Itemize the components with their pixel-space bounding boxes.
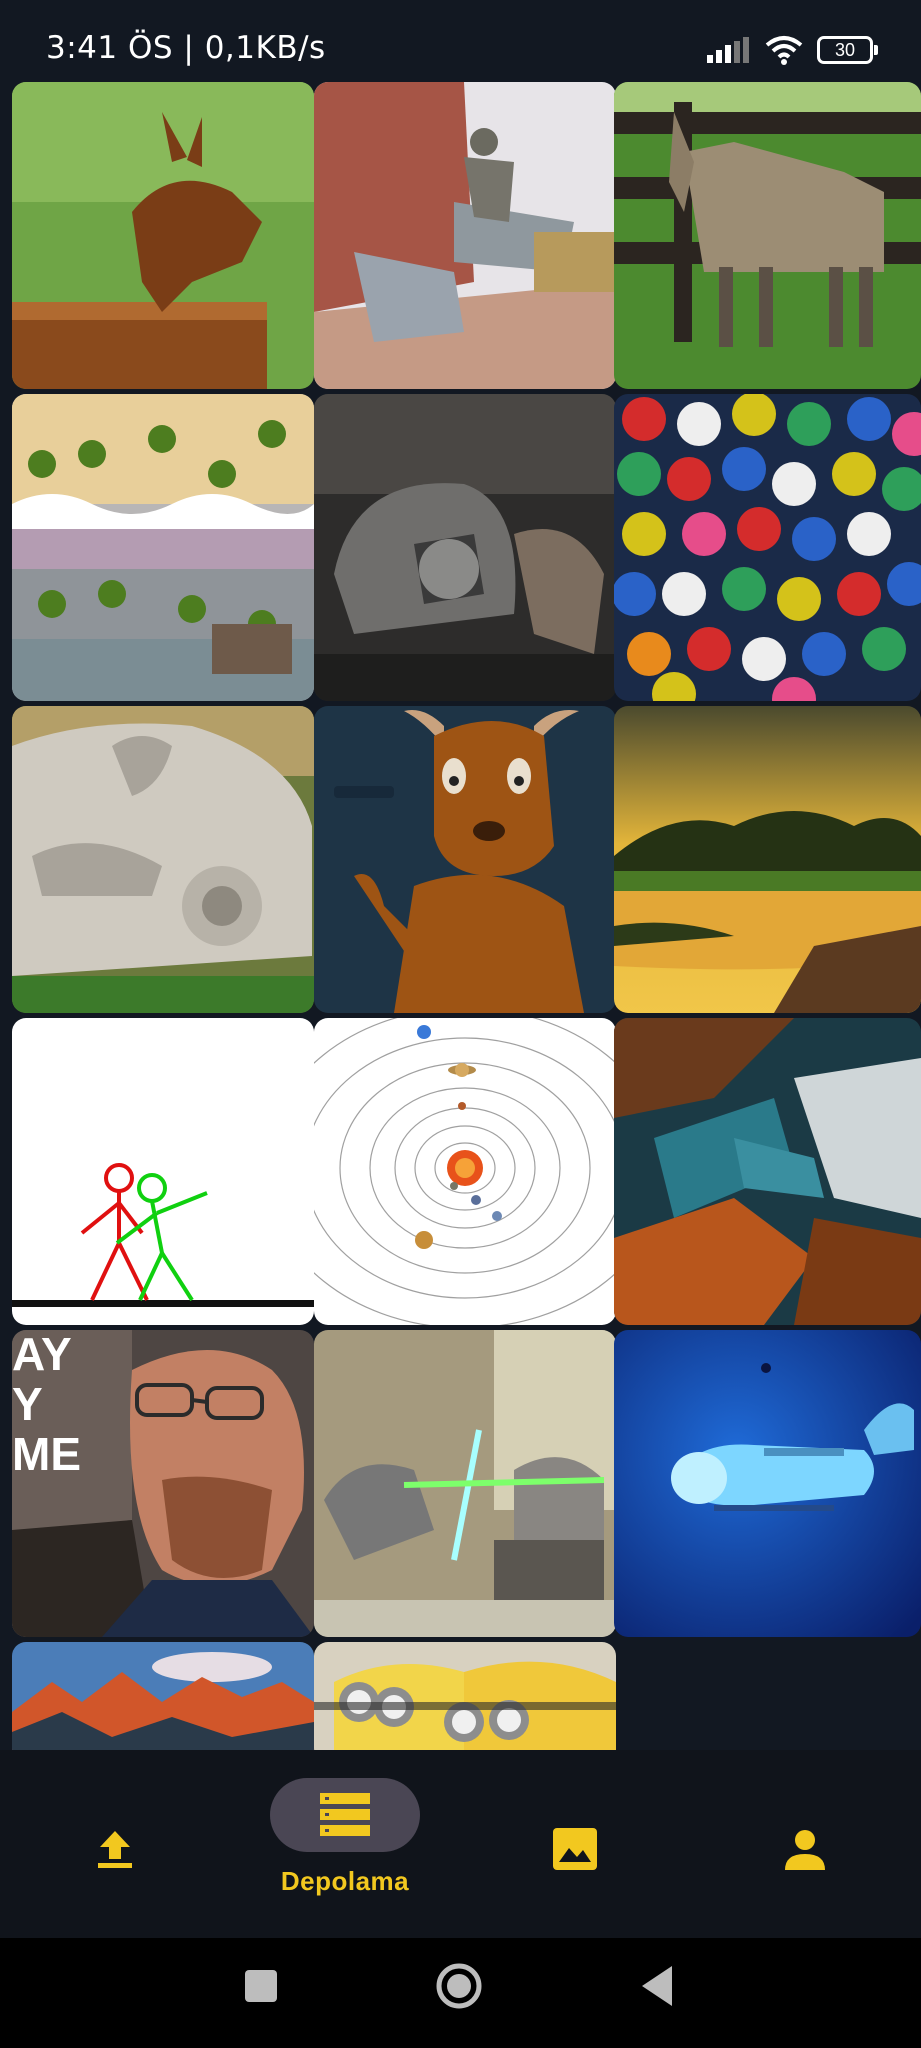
meme-text-line-1: AY: [12, 1330, 72, 1380]
gallery-item-bronze-horse-rider-statue[interactable]: [314, 82, 616, 389]
gallery-item-solar-system-diagram[interactable]: [314, 1018, 616, 1325]
recents-square-icon: [245, 1970, 277, 2002]
gallery-item-aerial-beach-palms[interactable]: [12, 394, 314, 701]
signal-icon: [707, 37, 749, 63]
nav-storage-label: Depolama: [280, 1866, 410, 1896]
gallery-item-cats-lightsabers[interactable]: [314, 1330, 616, 1637]
recents-button[interactable]: [243, 1968, 279, 2009]
gallery-item-savanna-sunset-lake[interactable]: [614, 706, 921, 1013]
home-button[interactable]: [435, 1962, 483, 2015]
gallery-item-rust-hare-sculpture[interactable]: [12, 82, 314, 389]
person-icon: [785, 1830, 825, 1870]
status-time: 3:41 ÖS | 0,1KB/s: [46, 30, 326, 66]
gallery-item-colorful-plastic-gears[interactable]: [614, 394, 921, 701]
home-circle-icon: [436, 1963, 482, 2009]
media-grid: AY Y ME: [0, 82, 921, 1750]
nav-profile[interactable]: [730, 1750, 880, 1938]
storage-list-icon: [320, 1793, 370, 1836]
gallery-item-underwater-submersible[interactable]: [614, 1330, 921, 1637]
nav-gallery[interactable]: [500, 1750, 650, 1938]
battery-level: 30: [834, 39, 856, 60]
gallery-item-stick-figures-animation[interactable]: [12, 1018, 314, 1325]
back-button[interactable]: [640, 1964, 676, 2013]
bottom-navigation: Depolama: [0, 1750, 921, 1938]
nav-upload[interactable]: [40, 1750, 190, 1938]
wifi-icon: [765, 36, 803, 65]
system-navigation-bar: [0, 1938, 921, 2048]
status-bar: 3:41 ÖS | 0,1KB/s 30: [0, 0, 921, 82]
gallery-item-mountain-range-sunrise[interactable]: [12, 1642, 314, 1750]
nav-storage[interactable]: Depolama: [270, 1750, 420, 1938]
nav-storage-active-pill: [270, 1778, 420, 1852]
status-icons: 30: [707, 30, 878, 70]
gallery-item-abstract-motion-blur[interactable]: [614, 1018, 921, 1325]
gallery-item-bald-man-glasses-meme[interactable]: AY Y ME: [12, 1330, 314, 1637]
gallery-item-minions[interactable]: [314, 1642, 616, 1750]
back-triangle-icon: [642, 1966, 672, 2006]
meme-text-line-3: ME: [12, 1428, 81, 1480]
gallery-item-stone-face-sculpture[interactable]: [12, 706, 314, 1013]
gallery-item-zebra-donkey-hybrid[interactable]: [614, 82, 921, 389]
meme-text-line-2: Y: [12, 1378, 43, 1430]
battery-icon: 30: [817, 36, 878, 64]
image-icon: [553, 1828, 597, 1870]
gallery-item-cartoon-deer[interactable]: [314, 706, 616, 1013]
gallery-item-gladiator-helmet[interactable]: [314, 394, 616, 701]
upload-icon: [98, 1831, 132, 1868]
